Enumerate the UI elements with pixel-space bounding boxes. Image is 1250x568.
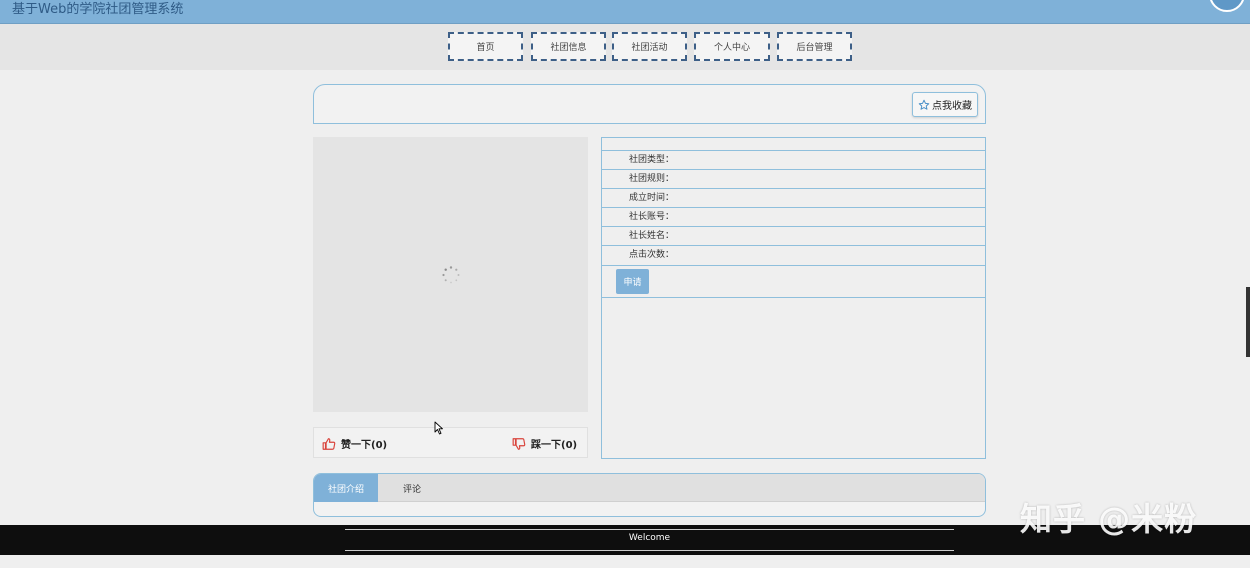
scrollbar-edge[interactable] <box>1246 287 1250 357</box>
footer-welcome: Welcome <box>628 533 671 543</box>
mouse-pointer-icon <box>434 421 443 435</box>
dislike-button[interactable]: 踩一下(0) <box>512 436 577 451</box>
watermark: 知乎 @米粉 <box>1020 500 1198 538</box>
nav-item-home[interactable]: 首页 <box>448 32 523 61</box>
star-outline-icon <box>918 99 930 110</box>
tab-bar: 社团介绍 评论 <box>314 474 985 502</box>
spinner-icon <box>442 266 460 284</box>
user-avatar[interactable] <box>1209 0 1245 12</box>
site-title: 基于Web的学院社团管理系统 <box>12 2 184 17</box>
thumbs-down-icon <box>512 437 526 450</box>
like-label: 赞一下(0) <box>341 440 388 451</box>
detail-club-type: 社团类型： <box>602 150 985 169</box>
nav-item-club-activities[interactable]: 社团活动 <box>612 32 687 61</box>
nav-item-club-info[interactable]: 社团信息 <box>531 32 606 61</box>
header-bar: 基于Web的学院社团管理系统 <box>0 0 1250 24</box>
favorite-bar: 点我收藏 <box>313 84 986 124</box>
detail-leader-account: 社长账号： <box>602 207 985 226</box>
club-image <box>313 137 588 412</box>
footer-divider-top <box>345 529 954 530</box>
footer-divider-bottom <box>345 550 954 551</box>
dislike-label: 踩一下(0) <box>531 440 578 451</box>
like-button[interactable]: 赞一下(0) <box>322 436 387 451</box>
detail-leader-name: 社长姓名： <box>602 226 985 245</box>
thumbs-up-icon <box>322 437 336 450</box>
favorite-button-label: 点我收藏 <box>932 101 972 112</box>
detail-tabs: 社团介绍 评论 <box>313 473 986 517</box>
detail-click-count: 点击次数： <box>602 245 985 264</box>
nav-item-admin[interactable]: 后台管理 <box>777 32 852 61</box>
main-nav: 首页 社团信息 社团活动 个人中心 后台管理 <box>0 24 1250 70</box>
tab-comments[interactable]: 评论 <box>378 474 446 502</box>
apply-button[interactable]: 申请 <box>616 269 649 294</box>
detail-club-rules: 社团规则： <box>602 169 985 188</box>
favorite-button[interactable]: 点我收藏 <box>912 92 978 117</box>
vote-bar: 赞一下(0) 踩一下(0) <box>313 427 588 458</box>
tab-club-intro[interactable]: 社团介绍 <box>314 474 378 502</box>
apply-row: 申请 <box>602 265 985 298</box>
club-details: 社团类型： 社团规则： 成立时间： 社长账号： 社长姓名： 点击次数： 申请 <box>601 137 986 459</box>
detail-founded-time: 成立时间： <box>602 188 985 207</box>
nav-item-personal-center[interactable]: 个人中心 <box>694 32 770 61</box>
